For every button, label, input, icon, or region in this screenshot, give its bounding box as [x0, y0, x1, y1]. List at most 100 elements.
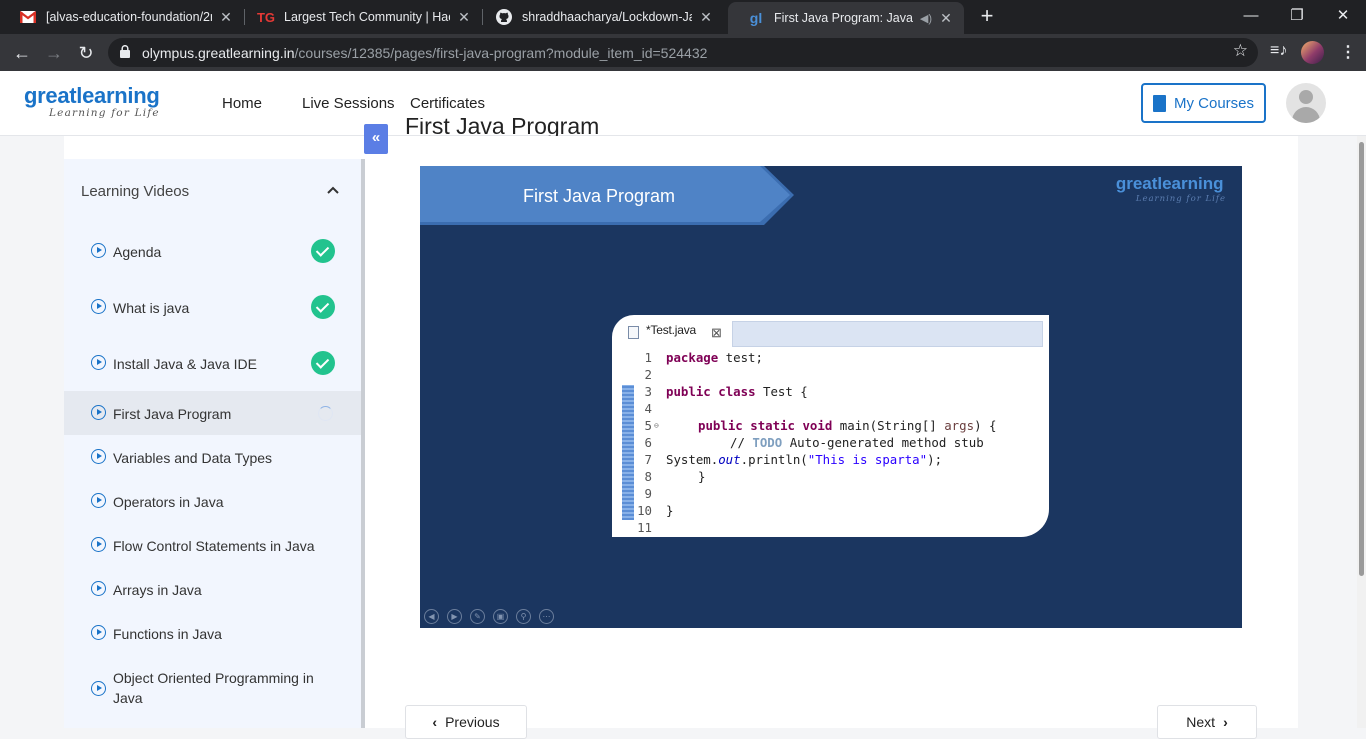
- github-icon: [496, 9, 512, 25]
- code-token: //: [730, 435, 753, 450]
- url-text: olympus.greatlearning.in/courses/12385/p…: [142, 45, 707, 61]
- close-tab-icon[interactable]: ✕: [698, 9, 714, 26]
- line-number: 7: [644, 452, 652, 467]
- lesson-label: What is java: [113, 300, 190, 316]
- code-token: test;: [718, 350, 763, 365]
- new-tab-button[interactable]: +: [976, 5, 998, 28]
- book-icon: [1152, 94, 1166, 112]
- greatlearning-icon: gl: [749, 10, 763, 26]
- editor-tab-strip: *Test.java ⊠: [612, 315, 1049, 349]
- code-token: package: [666, 350, 719, 365]
- section-title: Learning Videos: [81, 183, 190, 200]
- audio-icon[interactable]: ◀): [920, 12, 932, 25]
- play-circle-icon: [91, 493, 106, 508]
- gmail-icon: [20, 9, 36, 25]
- logo-word: greatlearning: [24, 83, 160, 108]
- video-controls: ◀ ▶ ✎ ▣ ⚲ ⋯: [424, 609, 554, 624]
- code-token: Auto-generated method stub: [782, 435, 984, 450]
- tab-title: Largest Tech Community | Hackat: [284, 10, 450, 24]
- nav-home[interactable]: Home: [222, 95, 262, 112]
- line-number: 10: [637, 503, 652, 518]
- line-number: 8: [644, 469, 652, 484]
- play-circle-icon: [91, 405, 106, 420]
- lesson-item[interactable]: Install Java & Java IDE: [64, 341, 362, 385]
- close-tab-icon[interactable]: ✕: [218, 9, 234, 26]
- zoom-icon[interactable]: ⚲: [516, 609, 531, 624]
- tab-title: shraddhaacharya/Lockdown-Java: [522, 10, 692, 24]
- tab-title: [alvas-education-foundation/2nd: [46, 10, 212, 24]
- prev-slide-icon[interactable]: ◀: [424, 609, 439, 624]
- lesson-item[interactable]: Operators in Java: [64, 479, 362, 523]
- sidebar-header-space: [64, 136, 362, 159]
- close-tab-icon[interactable]: ✕: [938, 10, 954, 27]
- profile-avatar[interactable]: [1301, 41, 1324, 64]
- code-token: void: [802, 418, 833, 433]
- play-circle-icon: [91, 625, 106, 640]
- my-courses-button[interactable]: My Courses: [1141, 83, 1266, 123]
- browser-tab-techgig[interactable]: TG Largest Tech Community | Hackat ✕: [238, 0, 482, 34]
- lesson-item[interactable]: What is java: [64, 285, 362, 329]
- url-host: olympus.greatlearning.in: [142, 45, 295, 61]
- more-options-icon[interactable]: ⋯: [539, 609, 554, 624]
- completed-check-icon: [311, 295, 335, 319]
- line-number: 9: [644, 486, 652, 501]
- minimize-icon[interactable]: —: [1228, 0, 1274, 34]
- forward-arrow-icon[interactable]: →: [41, 40, 67, 66]
- media-control-icon[interactable]: ≡♪: [1270, 42, 1287, 60]
- lock-icon: [120, 45, 130, 58]
- sidebar-scrollbar[interactable]: [361, 159, 365, 728]
- lesson-label: Object Oriented Programming in Java: [113, 670, 314, 706]
- address-bar[interactable]: olympus.greatlearning.in/courses/12385/p…: [108, 38, 1258, 67]
- previous-button[interactable]: ‹ Previous: [405, 705, 527, 739]
- collapse-sidebar-button[interactable]: «: [364, 124, 388, 154]
- editor-tab-label: *Test.java: [646, 323, 697, 337]
- lesson-item[interactable]: Flow Control Statements in Java: [64, 523, 362, 567]
- chevron-up-icon[interactable]: [326, 183, 340, 197]
- close-window-icon[interactable]: ✕: [1320, 0, 1366, 34]
- completed-check-icon: [311, 239, 335, 263]
- scrollbar-thumb[interactable]: [1359, 142, 1364, 576]
- line-number: 3: [644, 384, 652, 399]
- pen-icon[interactable]: ✎: [470, 609, 485, 624]
- back-arrow-icon[interactable]: ←: [9, 40, 35, 66]
- code-token: main(String[]: [832, 418, 945, 433]
- page-scrollbar[interactable]: [1357, 136, 1366, 728]
- page-title: First Java Program: [405, 118, 600, 136]
- nav-certificates[interactable]: Certificates: [410, 95, 485, 112]
- lesson-item[interactable]: Variables and Data Types: [64, 435, 362, 479]
- line-number: 2: [644, 367, 652, 382]
- reload-icon[interactable]: ↻: [73, 40, 99, 66]
- browser-tab-gmail[interactable]: [alvas-education-foundation/2nd ✕: [0, 0, 244, 34]
- restore-icon[interactable]: ❐: [1274, 0, 1320, 34]
- play-circle-icon: [91, 355, 106, 370]
- play-circle-icon: [91, 537, 106, 552]
- my-courses-label: My Courses: [1173, 94, 1255, 112]
- lesson-item-active[interactable]: First Java Program: [64, 391, 362, 435]
- code-token: args: [944, 418, 975, 433]
- next-slide-icon[interactable]: ▶: [447, 609, 462, 624]
- lesson-item[interactable]: Functions in Java: [64, 611, 362, 655]
- lesson-label: Agenda: [113, 244, 162, 260]
- code-token: public: [666, 384, 711, 399]
- lesson-item[interactable]: Object Oriented Programming in Java: [64, 666, 362, 720]
- bookmark-star-icon[interactable]: ☆: [1233, 41, 1248, 61]
- lesson-label: Arrays in Java: [113, 582, 202, 598]
- close-tab-icon[interactable]: ✕: [456, 9, 472, 26]
- greatlearning-logo[interactable]: greatlearning Learning for Life: [24, 83, 160, 120]
- code-token: class: [718, 384, 756, 399]
- video-player[interactable]: First Java Program greatlearning Learnin…: [420, 166, 1242, 628]
- code-token: TODO: [752, 435, 783, 450]
- browser-tab-greatlearning[interactable]: gl First Java Program: Java Prog ◀) ✕: [728, 2, 964, 34]
- play-circle-icon: [91, 299, 106, 314]
- lesson-label: Functions in Java: [113, 626, 222, 642]
- menu-dots-icon[interactable]: ⋮: [1340, 42, 1356, 62]
- lesson-item[interactable]: Arrays in Java: [64, 567, 362, 611]
- code-token: }: [666, 503, 674, 518]
- play-circle-icon: [91, 581, 106, 596]
- user-avatar[interactable]: [1286, 83, 1326, 123]
- slides-icon[interactable]: ▣: [493, 609, 508, 624]
- next-button[interactable]: Next ›: [1157, 705, 1257, 739]
- nav-live-sessions[interactable]: Live Sessions: [302, 95, 395, 112]
- browser-tab-github[interactable]: shraddhaacharya/Lockdown-Java ✕: [476, 0, 724, 34]
- lesson-item[interactable]: Agenda: [64, 229, 362, 273]
